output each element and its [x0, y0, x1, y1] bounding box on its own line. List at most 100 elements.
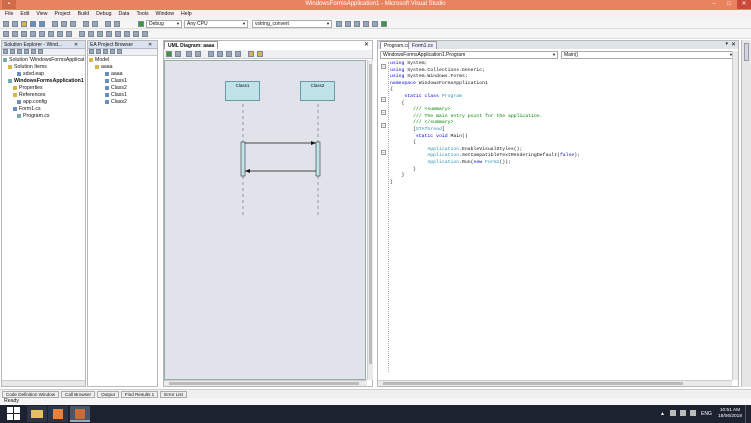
code-text[interactable]: using System; using System.Collections.Ge… — [390, 61, 730, 371]
code-line[interactable]: static class Program — [390, 94, 730, 101]
code-line[interactable]: { — [390, 140, 730, 147]
vertical-scrollbar[interactable] — [367, 60, 373, 380]
vertical-scrollbar[interactable] — [732, 51, 738, 380]
member-dropdown[interactable]: Main()▼ — [561, 51, 735, 59]
file-explorer-icon[interactable] — [27, 406, 47, 422]
activation-class1[interactable] — [240, 141, 246, 177]
word-wrap-icon[interactable] — [88, 31, 94, 37]
diagram-canvas[interactable]: Class1 Class2 — [164, 60, 366, 380]
collapse-icon[interactable]: − — [381, 97, 386, 102]
code-line[interactable]: namespace WindowsFormsApplication1 — [390, 81, 730, 88]
tree-item-project[interactable]: WindowsFormsApplication1 — [3, 78, 84, 85]
code-line[interactable]: } — [390, 180, 730, 187]
zoom-100-icon[interactable] — [235, 51, 241, 57]
tab-form1-cs[interactable]: Form1.cs — [408, 41, 437, 49]
code-line[interactable]: { — [390, 87, 730, 94]
code-line[interactable]: using System.Windows.Forms; — [390, 74, 730, 81]
export-icon[interactable] — [257, 51, 263, 57]
properties-icon[interactable] — [3, 49, 8, 54]
code-line[interactable]: static void Main() — [390, 134, 730, 141]
visual-studio-taskbar-icon[interactable] — [70, 406, 90, 422]
code-line[interactable]: } — [390, 173, 730, 180]
toolbox-icon[interactable] — [372, 21, 378, 27]
menu-item-file[interactable]: File — [5, 10, 13, 19]
new-diagram-icon[interactable] — [96, 49, 101, 54]
show-desktop-button[interactable] — [745, 405, 749, 423]
object-browser-icon[interactable] — [363, 21, 369, 27]
configuration-combo[interactable]: Debug ▼ — [146, 20, 182, 28]
class-diagram-icon[interactable] — [38, 49, 43, 54]
save-diagram-icon[interactable] — [166, 51, 172, 57]
input-language[interactable]: ENG — [701, 411, 712, 417]
battery-icon[interactable] — [690, 410, 696, 416]
code-line[interactable]: [STAThread] — [390, 127, 730, 134]
next-bookmark-icon[interactable] — [57, 31, 63, 37]
outdent-icon[interactable] — [30, 31, 36, 37]
move-up-icon[interactable] — [110, 49, 115, 54]
tree-item-class[interactable]: Class2 — [89, 85, 156, 92]
navigate-back-icon[interactable] — [105, 21, 111, 27]
format-icon[interactable] — [79, 31, 85, 37]
tree-item-class[interactable]: Class1 — [89, 92, 156, 99]
tree-item-eap-file[interactable]: sdsd.eap — [3, 71, 84, 78]
ea-help-icon[interactable] — [142, 31, 148, 37]
menu-item-build[interactable]: Build — [78, 10, 90, 19]
menu-item-window[interactable]: Window — [156, 10, 174, 19]
open-icon[interactable] — [248, 51, 254, 57]
prev-bookmark-icon[interactable] — [48, 31, 54, 37]
windows-start-icon[interactable] — [4, 406, 24, 422]
add-item-icon[interactable] — [12, 21, 18, 27]
tree-item-diagram[interactable]: aaaa — [89, 71, 156, 78]
tree-item-references[interactable]: References — [3, 92, 84, 99]
zoom-in-icon[interactable] — [208, 51, 214, 57]
indent-icon[interactable] — [21, 31, 27, 37]
start-page-icon[interactable] — [381, 21, 387, 27]
lifeline-head-class2[interactable]: Class2 — [300, 81, 335, 101]
class-dropdown[interactable]: WindowsFormsApplication1.Program ▼ — [380, 51, 558, 59]
media-player-icon[interactable] — [48, 406, 68, 422]
code-line[interactable]: Application.Run(new Form1()); — [390, 160, 730, 167]
network-icon[interactable] — [670, 410, 676, 416]
show-all-files-icon[interactable] — [10, 49, 15, 54]
refresh-icon[interactable] — [175, 51, 181, 57]
tool-tab-find-results-1[interactable]: Find Results 1 — [120, 391, 159, 398]
start-debug-icon[interactable] — [138, 21, 144, 27]
maximize-button[interactable]: □ — [722, 0, 736, 9]
view-code-icon[interactable] — [24, 49, 29, 54]
menu-item-data[interactable]: Data — [118, 10, 129, 19]
collapse-icon[interactable]: − — [381, 123, 386, 129]
redo-icon[interactable] — [195, 51, 201, 57]
redo-icon[interactable] — [92, 21, 98, 27]
toolbox-icon[interactable] — [744, 43, 749, 61]
tree-item-package[interactable]: aaaa — [89, 64, 156, 71]
uncomment-icon[interactable] — [12, 31, 18, 37]
ea-sync-icon[interactable] — [106, 31, 112, 37]
save-icon[interactable] — [30, 21, 36, 27]
new-element-icon[interactable] — [103, 49, 108, 54]
tool-tab-code-definition-window[interactable]: Code Definition Window — [2, 391, 60, 398]
tree-item-properties[interactable]: Properties — [3, 85, 84, 92]
outlining-gutter[interactable]: − − − − − — [380, 62, 389, 372]
tray-arrow-icon[interactable]: ▲ — [660, 411, 665, 417]
undo-icon[interactable] — [83, 21, 89, 27]
navigate-forward-icon[interactable] — [114, 21, 120, 27]
menu-item-view[interactable]: View — [36, 10, 47, 19]
tree-item-class[interactable]: Class2 — [89, 99, 156, 106]
zoom-out-icon[interactable] — [217, 51, 223, 57]
ea-options-icon[interactable] — [133, 31, 139, 37]
whitespace-icon[interactable] — [97, 31, 103, 37]
new-package-icon[interactable] — [89, 49, 94, 54]
close-icon[interactable]: ✕ — [74, 41, 78, 49]
paste-icon[interactable] — [70, 21, 76, 27]
code-line[interactable]: /// <summary> — [390, 107, 730, 114]
tool-tab-output[interactable]: Output — [97, 391, 119, 398]
collapse-icon[interactable]: − — [381, 149, 386, 155]
clock[interactable]: 10:51 AM 18/06/2018 — [718, 408, 742, 420]
zoom-fit-icon[interactable] — [226, 51, 232, 57]
tab-list-icon[interactable]: ▾ — [725, 41, 728, 47]
cut-icon[interactable] — [52, 21, 58, 27]
save-all-icon[interactable] — [39, 21, 45, 27]
collapse-icon[interactable]: − — [381, 110, 386, 116]
tab-uml-diagram[interactable]: UML Diagram: aaaa — [164, 41, 219, 49]
new-project-icon[interactable] — [3, 21, 9, 27]
